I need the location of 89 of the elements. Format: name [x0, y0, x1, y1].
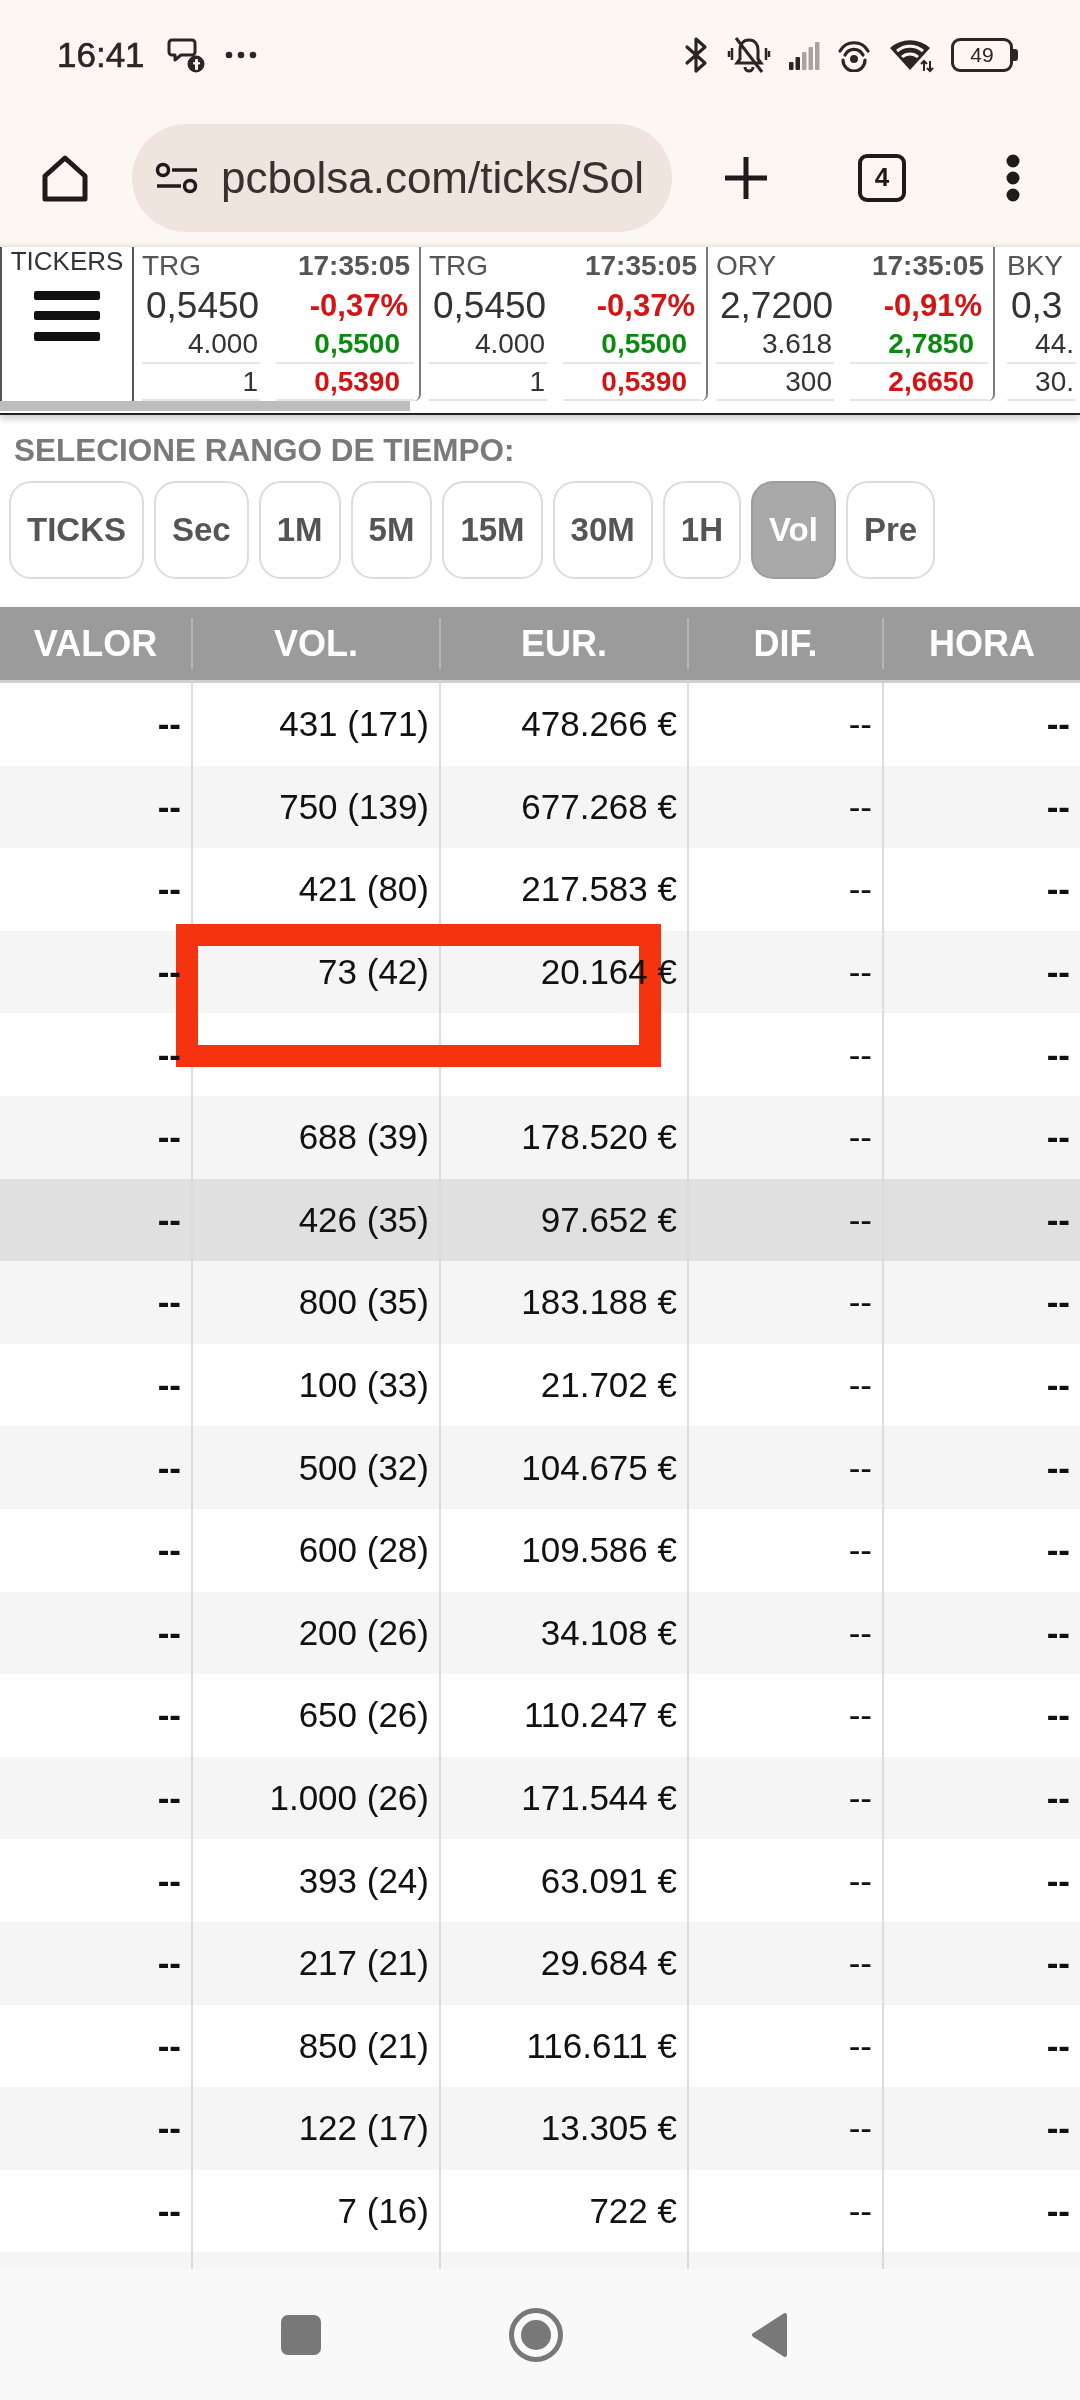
table-cell-text: -- [1045, 2107, 1071, 2150]
ticker-symbol: TRG [142, 250, 202, 282]
ticker-quote-price: 0,5500 [314, 328, 401, 360]
ticker-quantity: 4.000 [474, 328, 546, 360]
column-header: HORA [928, 621, 1036, 666]
table-cell-text: -- [1045, 1364, 1071, 1407]
time-range-button[interactable]: Sec [154, 481, 249, 579]
column-header: VOL. [193, 618, 441, 669]
table-cell-text: -- [1045, 951, 1071, 994]
ticker-quantity: 300 [785, 365, 833, 398]
ticker-symbol: BKY [1007, 250, 1064, 282]
back-icon[interactable] [751, 2311, 789, 2358]
address-bar[interactable]: pcbolsa.com/ticks/Sol [132, 123, 672, 232]
table-cell-text: -- [1045, 785, 1071, 828]
table-cell: 722 € [441, 2169, 689, 2253]
table-cell-text: -- [1045, 1281, 1071, 1324]
table-cell-text: -- [1045, 1942, 1071, 1985]
table-cell-text: -- [1045, 1446, 1071, 1489]
recents-square-icon[interactable] [281, 2314, 321, 2355]
ticker-symbol: TRG [429, 250, 489, 282]
more-dots-icon [224, 51, 257, 59]
site-settings-icon[interactable] [155, 161, 199, 194]
column-header: EUR. [441, 618, 689, 669]
home-icon[interactable] [40, 152, 90, 203]
column-header: VALOR [0, 618, 193, 669]
time-range-button[interactable]: 1H [662, 481, 741, 579]
table-cell-text: -- [1045, 1859, 1071, 1902]
ticker-symbol: ORY [716, 250, 777, 282]
ticker-quantity: 30. [1035, 365, 1075, 398]
ticker-quote-price: 0,5500 [601, 328, 688, 360]
wifi-icon [888, 37, 934, 73]
home-circle-icon[interactable] [509, 2307, 563, 2362]
table-cell-text: -- [1045, 1198, 1071, 1241]
wireless-arcs-icon [837, 38, 871, 72]
table-cell-text: -- [1045, 868, 1071, 911]
table-cell-text: -- [1045, 703, 1071, 746]
muted-bell-icon [727, 35, 771, 75]
ticker-card[interactable]: BKY 0,3 44. 30. [995, 247, 1080, 401]
signal-bars-icon [788, 40, 820, 70]
ticker-quote-price: 2,7850 [888, 328, 975, 360]
scrollbar-thumb[interactable] [0, 401, 410, 411]
ticker-card[interactable]: ORY 17:35:05 2,7200 -0,91% 3.618 2,7850 300 2,6650 [708, 247, 995, 401]
ticker-quantity: 3.618 [761, 328, 833, 360]
ticker-change: -0,91% [883, 287, 983, 324]
new-tab-plus-icon[interactable] [723, 154, 769, 201]
table-cell-text: -- [1045, 1033, 1071, 1076]
ticker-time: 17:35:05 [297, 250, 411, 282]
ticker-time: 17:35:05 [871, 250, 985, 282]
time-range-button[interactable]: TICKS [9, 481, 144, 579]
ticker-time: 17:35:05 [584, 250, 698, 282]
time-range-button[interactable]: 5M [350, 481, 433, 579]
more-options-icon[interactable] [1005, 153, 1021, 202]
ticker-quantity: 1 [242, 365, 259, 398]
table-cell-text: -- [1045, 1694, 1071, 1737]
section-label: SELECIONE RANGO DE TIEMPO: [14, 431, 515, 469]
ticker-price: 2,7200 [719, 284, 834, 327]
tab-count-button[interactable]: 4 [858, 153, 906, 202]
ticker-change: -0,37% [309, 287, 409, 324]
tickers-label: TICKERS [10, 247, 124, 275]
time-range-button[interactable]: 30M [552, 481, 653, 579]
status-time: 16:41 [57, 35, 145, 75]
ticker-price: 0,5450 [145, 284, 260, 327]
table-cell: -- [0, 2169, 193, 2253]
time-range-button[interactable]: 15M [442, 481, 543, 579]
chat-bubble-icon [166, 37, 205, 73]
table-cell-text: -- [1045, 2190, 1071, 2232]
table-cell-text: -- [1045, 1116, 1071, 1159]
menu-icon[interactable] [34, 291, 100, 341]
table-cell-text: -- [1045, 2024, 1071, 2067]
time-range-button[interactable]: Pre [845, 481, 936, 579]
battery-indicator: 49 [951, 38, 1018, 72]
ticker-price: 0,5450 [432, 284, 547, 327]
time-range-button[interactable]: 1M [258, 481, 341, 579]
ticker-card[interactable]: TRG 17:35:05 0,5450 -0,37% 4.000 0,5500 1 0,5390 [421, 247, 708, 401]
table-cell: -- [689, 2169, 884, 2253]
table-cell-text: -- [1045, 1529, 1071, 1572]
ticker-price: 0,3 [1010, 284, 1063, 327]
ticker-quantity: 44. [1035, 328, 1075, 360]
ticker-change: -0,37% [596, 287, 696, 324]
ticker-quote-price: 2,6650 [888, 365, 975, 398]
ticker-quantity: 4.000 [187, 328, 259, 360]
ticker-quote-price: 0,5390 [601, 365, 688, 398]
table-cell-text: -- [1045, 1611, 1071, 1654]
table-cell: 421 (80) [193, 848, 441, 931]
table-cell-text: -- [1045, 1777, 1071, 1819]
table-cell: 7 (16) [193, 2169, 441, 2253]
column-header: DIF. [689, 618, 884, 669]
ticker-quantity: 1 [529, 365, 546, 398]
ticker-quote-price: 0,5390 [314, 365, 401, 398]
